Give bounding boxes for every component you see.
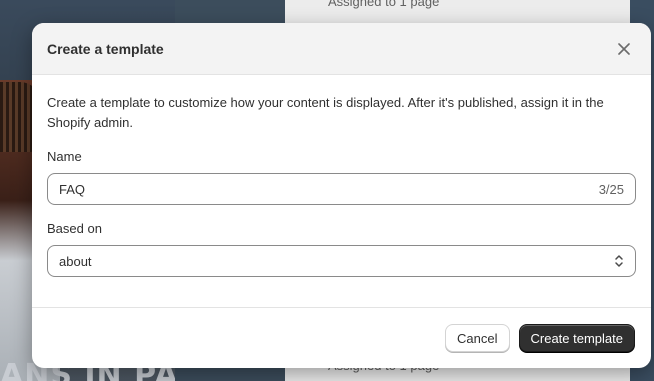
modal-body: Create a template to customize how your … — [32, 75, 651, 277]
close-icon — [618, 42, 630, 55]
name-input[interactable] — [59, 181, 599, 197]
name-field[interactable]: 3/25 — [47, 173, 636, 205]
assigned-caption-top: Assigned to 1 page — [328, 0, 440, 9]
modal-footer: Cancel Create template — [32, 307, 651, 368]
based-on-value: about — [59, 253, 92, 269]
char-count: 3/25 — [598, 181, 624, 197]
modal-description: Create a template to customize how your … — [47, 95, 604, 130]
select-chevron-icon — [615, 255, 623, 267]
close-button[interactable] — [612, 37, 636, 61]
based-on-label: Based on — [47, 221, 102, 236]
modal-header: Create a template — [32, 23, 651, 75]
create-template-modal: Create a template Create a template to c… — [32, 23, 651, 368]
name-label: Name — [47, 149, 82, 164]
cancel-button[interactable]: Cancel — [445, 324, 510, 352]
modal-title: Create a template — [47, 40, 164, 57]
create-template-button[interactable]: Create template — [518, 324, 635, 352]
based-on-select[interactable]: about — [47, 245, 636, 277]
